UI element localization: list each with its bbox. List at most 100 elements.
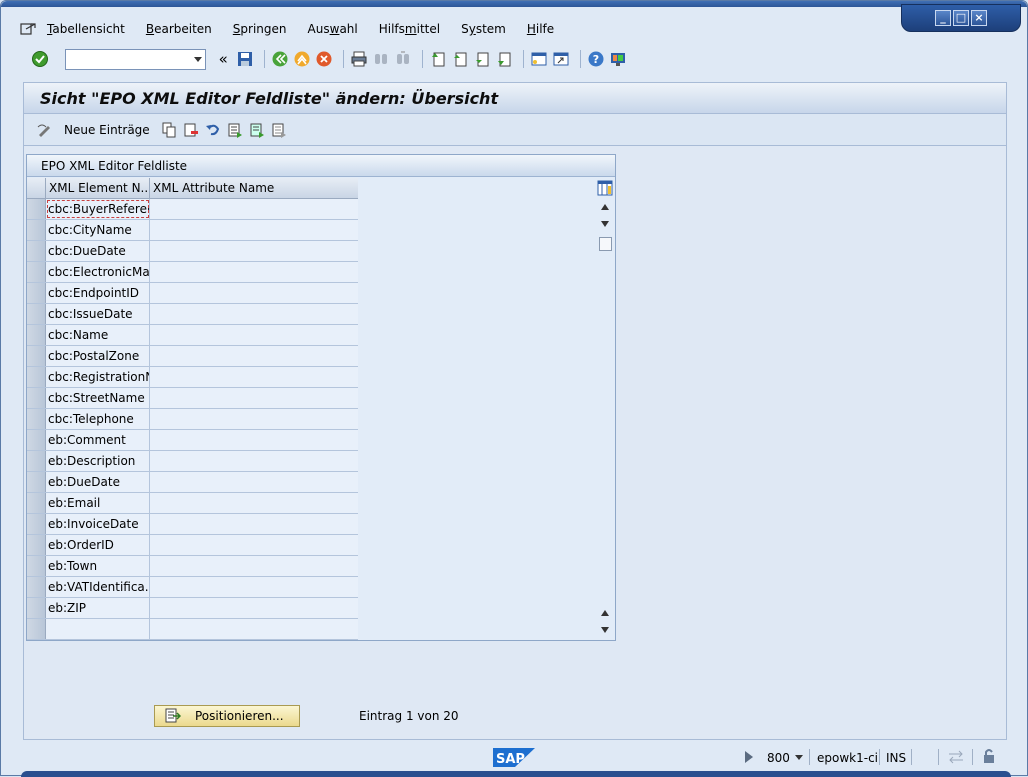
xml-attribute-cell[interactable] (150, 514, 358, 534)
row-selector[interactable] (27, 241, 46, 261)
minimize-button[interactable]: _ (935, 10, 951, 26)
exit-icon[interactable] (293, 50, 311, 68)
xml-element-cell[interactable] (46, 619, 150, 639)
xml-attribute-cell[interactable] (150, 346, 358, 366)
copy-icon[interactable] (160, 121, 178, 139)
xml-element-cell[interactable]: cbc:ElectronicMail (46, 262, 150, 282)
delete-icon[interactable] (182, 121, 200, 139)
scroll-page-down-icon[interactable] (601, 627, 609, 633)
status-dropdown-arrow-icon[interactable] (795, 755, 803, 760)
menu-auswahl[interactable]: Auswahl (308, 22, 358, 36)
xml-attribute-cell[interactable] (150, 304, 358, 324)
row-selector[interactable] (27, 598, 46, 618)
xml-attribute-cell[interactable] (150, 577, 358, 597)
enter-icon[interactable] (31, 50, 49, 68)
command-field[interactable] (65, 48, 207, 70)
xml-attribute-cell[interactable] (150, 472, 358, 492)
xml-attribute-cell[interactable] (150, 556, 358, 576)
status-insert-mode[interactable]: INS (886, 751, 906, 765)
find-icon[interactable] (372, 50, 390, 68)
xml-element-cell[interactable]: cbc:CityName (46, 220, 150, 240)
cancel-icon[interactable] (315, 50, 333, 68)
row-selector[interactable] (27, 367, 46, 387)
xml-element-cell[interactable]: cbc:Telephone (46, 409, 150, 429)
last-page-icon[interactable] (495, 50, 513, 68)
status-expand-icon[interactable] (745, 751, 753, 763)
row-selector[interactable] (27, 220, 46, 240)
xml-element-cell[interactable]: cbc:PostalZone (46, 346, 150, 366)
xml-attribute-cell[interactable] (150, 409, 358, 429)
vertical-scrollbar[interactable] (597, 199, 614, 640)
select-all-cell[interactable] (27, 178, 46, 198)
menu-springen[interactable]: Springen (233, 22, 287, 36)
xml-element-cell[interactable]: cbc:EndpointID (46, 283, 150, 303)
xml-element-cell[interactable]: eb:OrderID (46, 535, 150, 555)
xml-element-cell[interactable]: cbc:IssueDate (46, 304, 150, 324)
row-selector[interactable] (27, 199, 46, 219)
shortcut-icon[interactable] (552, 50, 570, 68)
row-selector[interactable] (27, 430, 46, 450)
row-selector[interactable] (27, 493, 46, 513)
xml-element-cell[interactable]: eb:Email (46, 493, 150, 513)
new-session-icon[interactable] (530, 50, 548, 68)
row-selector[interactable] (27, 262, 46, 282)
back-icon[interactable] (271, 50, 289, 68)
xml-attribute-cell[interactable] (150, 241, 358, 261)
next-page-icon[interactable] (473, 50, 491, 68)
row-selector[interactable] (27, 283, 46, 303)
menu-bearbeiten[interactable]: Bearbeiten (146, 22, 212, 36)
collapse-toolbar-icon[interactable]: « (214, 50, 232, 68)
menu-exit-icon[interactable] (19, 21, 37, 37)
row-selector[interactable] (27, 409, 46, 429)
table-settings-icon[interactable] (597, 180, 613, 196)
row-selector[interactable] (27, 346, 46, 366)
xml-element-cell[interactable]: cbc:StreetName (46, 388, 150, 408)
xml-element-cell[interactable]: eb:DueDate (46, 472, 150, 492)
xml-attribute-cell[interactable] (150, 367, 358, 387)
xml-attribute-cell[interactable] (150, 451, 358, 471)
xml-element-cell[interactable]: cbc:DueDate (46, 241, 150, 261)
xml-element-cell[interactable]: eb:ZIP (46, 598, 150, 618)
row-selector[interactable] (27, 325, 46, 345)
xml-attribute-cell[interactable] (150, 430, 358, 450)
xml-element-cell[interactable]: cbc:BuyerReference (46, 199, 150, 219)
scroll-up-icon[interactable] (601, 204, 609, 210)
row-selector[interactable] (27, 472, 46, 492)
select-block-icon[interactable] (248, 121, 266, 139)
xml-element-cell[interactable]: eb:InvoiceDate (46, 514, 150, 534)
scroll-page-up-icon[interactable] (601, 610, 609, 616)
xml-element-cell[interactable]: eb:VATIdentifica... (46, 577, 150, 597)
xml-element-cell[interactable]: cbc:Name (46, 325, 150, 345)
xml-attribute-cell[interactable] (150, 535, 358, 555)
row-selector[interactable] (27, 451, 46, 471)
xml-attribute-cell[interactable] (150, 598, 358, 618)
menu-hilfe[interactable]: Hilfe (527, 22, 554, 36)
row-selector[interactable] (27, 304, 46, 324)
row-selector[interactable] (27, 556, 46, 576)
deselect-all-icon[interactable] (270, 121, 288, 139)
xml-attribute-cell[interactable] (150, 262, 358, 282)
xml-attribute-cell[interactable] (150, 619, 358, 639)
menu-system[interactable]: System (461, 22, 506, 36)
row-selector[interactable] (27, 514, 46, 534)
help-icon[interactable]: ? (587, 50, 605, 68)
find-next-icon[interactable] (394, 50, 412, 68)
close-button[interactable]: × (971, 10, 987, 26)
undo-icon[interactable] (204, 121, 222, 139)
first-page-icon[interactable] (429, 50, 447, 68)
xml-attribute-cell[interactable] (150, 388, 358, 408)
menu-hilfsmittel[interactable]: Hilfsmittel (379, 22, 440, 36)
scroll-down-icon[interactable] (601, 221, 609, 227)
menu-tabellensicht[interactable]: Tabellensicht (47, 22, 125, 36)
row-selector[interactable] (27, 577, 46, 597)
select-all-icon[interactable] (226, 121, 244, 139)
xml-attribute-cell[interactable] (150, 283, 358, 303)
command-input[interactable] (66, 49, 186, 69)
scroll-thumb[interactable] (599, 237, 612, 251)
save-icon[interactable] (236, 50, 254, 68)
xml-attribute-cell[interactable] (150, 220, 358, 240)
maximize-button[interactable]: □ (953, 10, 969, 26)
xml-attribute-cell[interactable] (150, 199, 358, 219)
new-entries-button[interactable]: Neue Einträge (64, 123, 150, 137)
print-icon[interactable] (350, 50, 368, 68)
